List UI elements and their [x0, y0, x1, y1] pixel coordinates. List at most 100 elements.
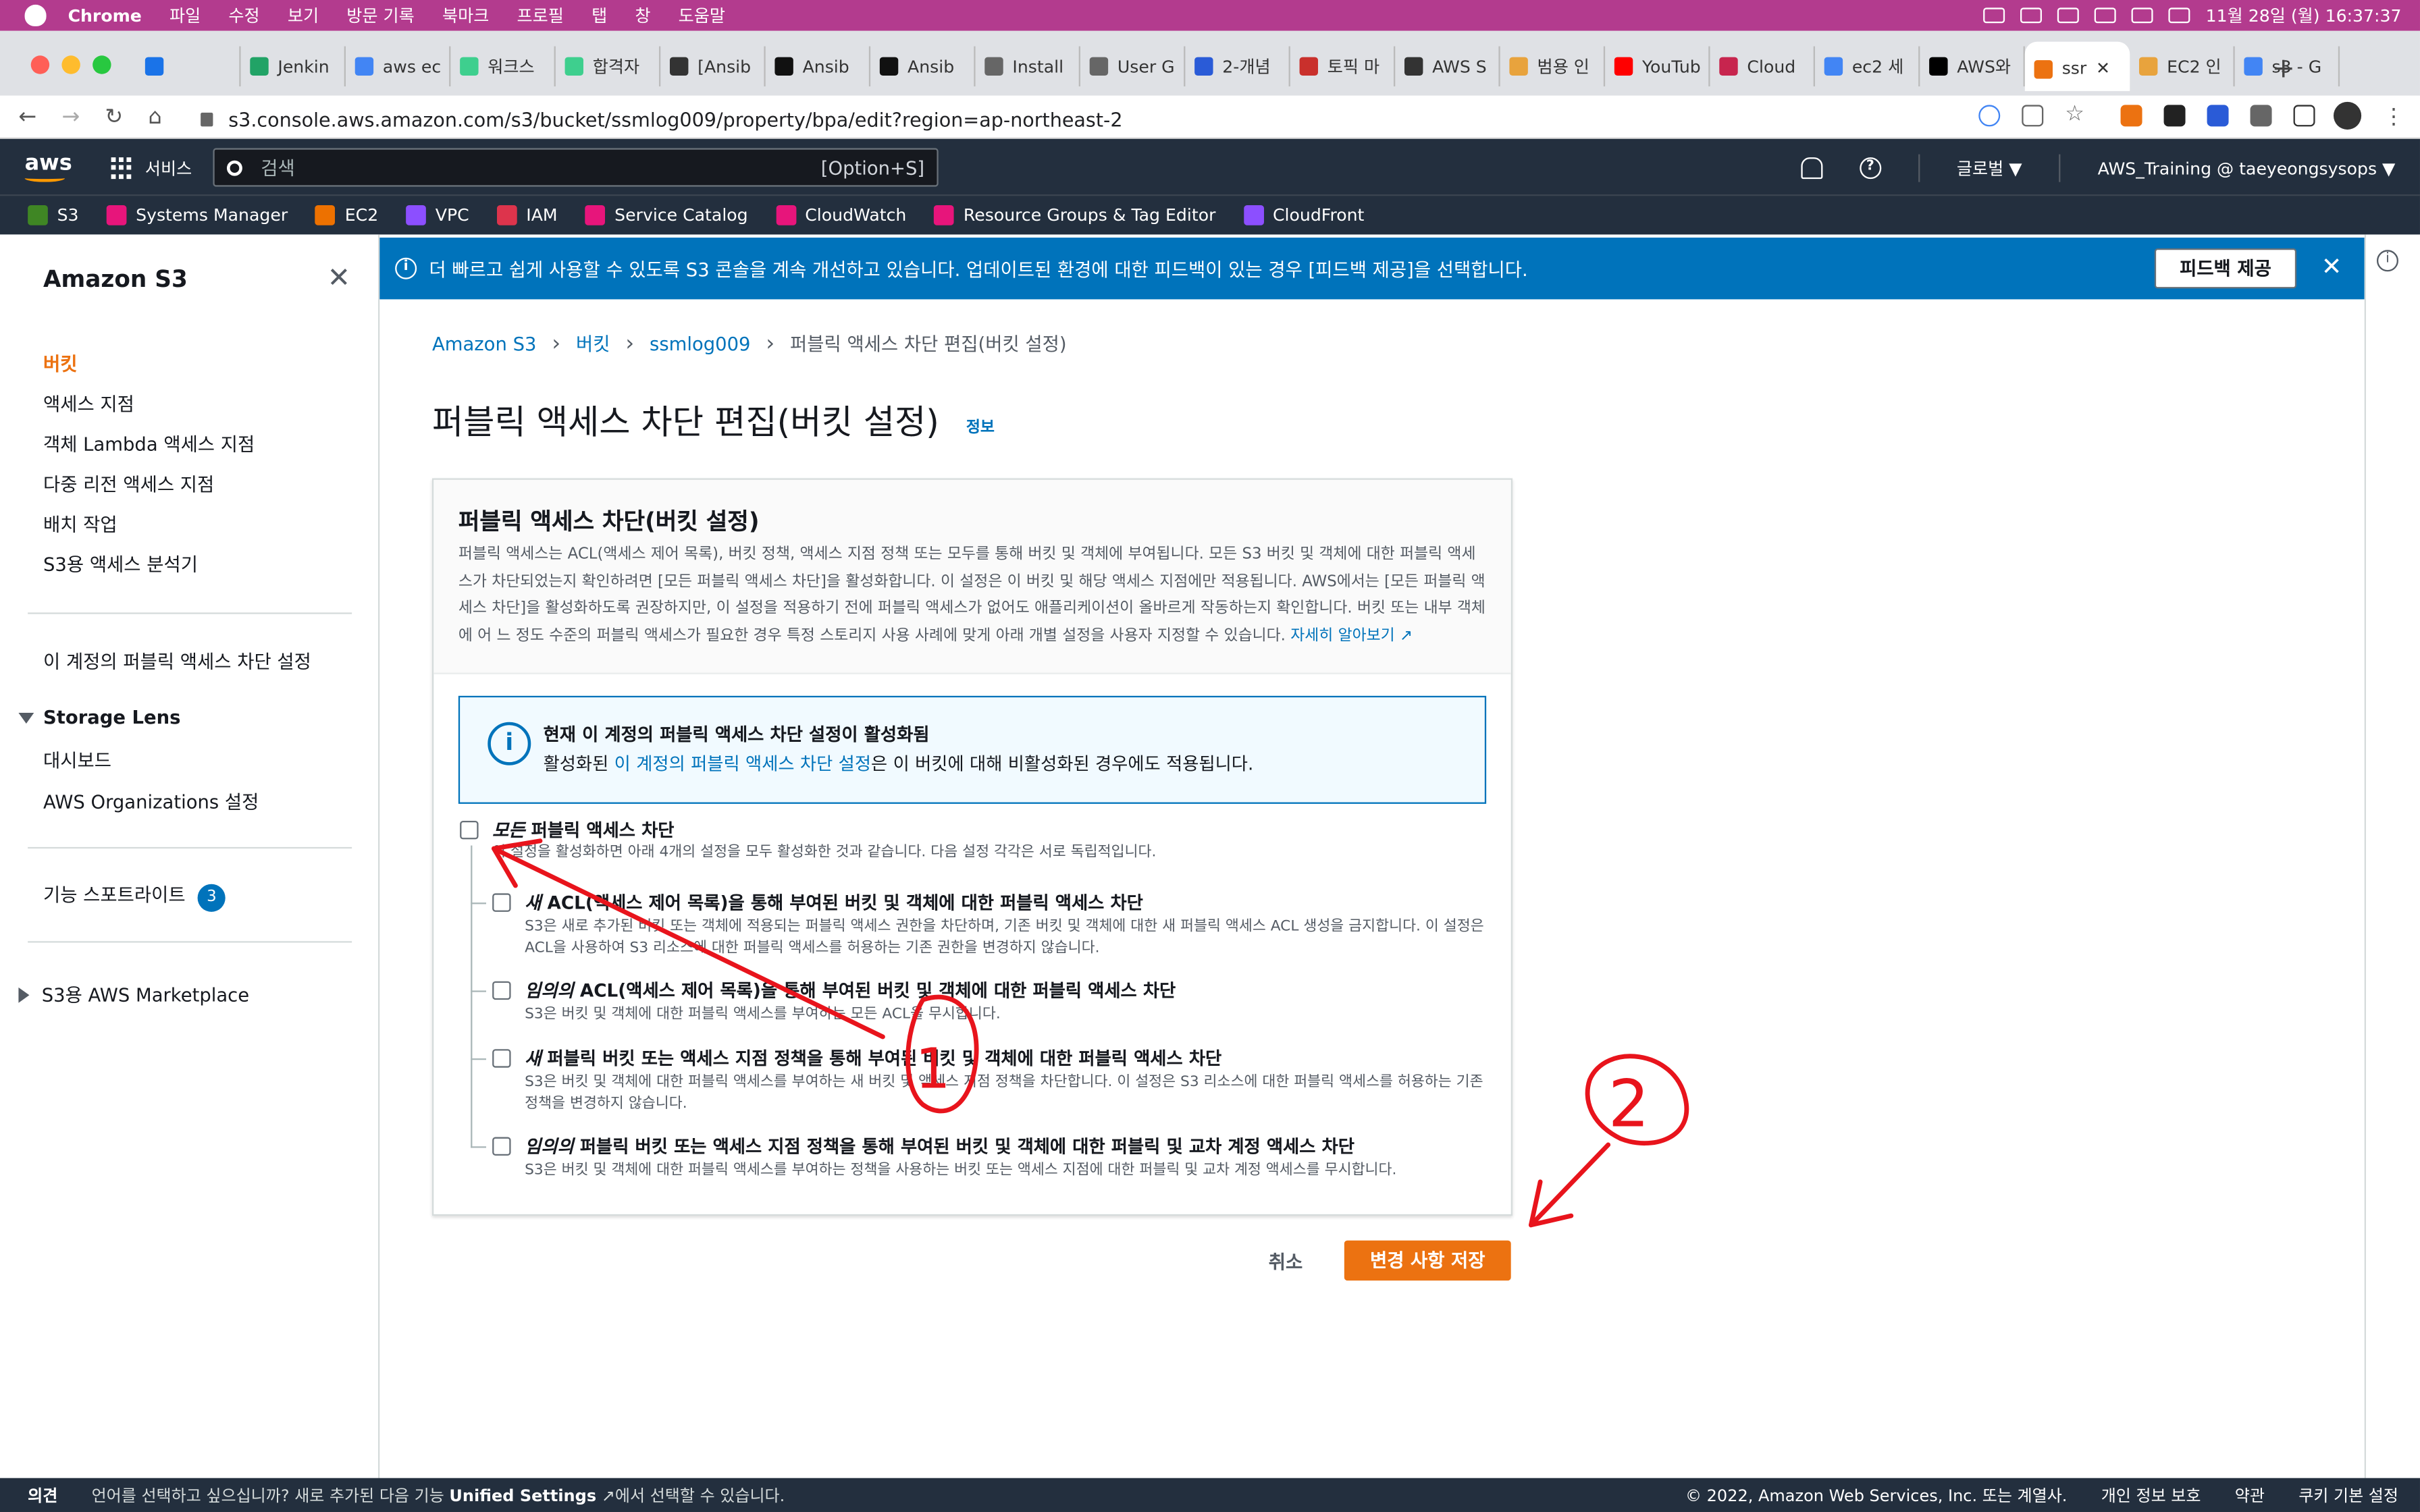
menu-item-file[interactable]: 파일 [169, 3, 201, 28]
info-icon[interactable]: i [2376, 250, 2398, 272]
favorite-cloudfront[interactable]: CloudFront [1243, 205, 1364, 225]
new-tab-button[interactable]: + [2272, 53, 2295, 85]
sidebar-item-batch-operations[interactable]: 배치 작업 [43, 511, 117, 537]
favorite-cloudwatch[interactable]: CloudWatch [775, 205, 906, 225]
cookie-preferences-link[interactable]: 쿠키 기본 설정 [2298, 1484, 2398, 1507]
home-icon[interactable]: ⌂ [148, 105, 161, 130]
google-icon[interactable] [1978, 105, 2001, 127]
browser-tab[interactable]: 워크스 [450, 46, 556, 86]
sidebar-item-account-bpa[interactable]: 이 계정의 퍼블릭 액세스 차단 설정 [43, 648, 311, 674]
zoom-window-button[interactable] [93, 55, 111, 74]
feedback-link[interactable]: 의견 [28, 1484, 57, 1507]
battery-icon[interactable] [2095, 7, 2117, 24]
extension-icon[interactable] [2163, 105, 2186, 127]
block-any-policies-checkbox[interactable] [492, 1137, 511, 1156]
browser-tab[interactable] [136, 46, 241, 86]
browser-tab[interactable]: 토픽 마 [1290, 46, 1396, 86]
sidebar-item-access-points[interactable]: 액세스 지점 [43, 390, 134, 416]
browser-tab[interactable]: Cloud [1710, 46, 1815, 86]
sidebar-item-buckets[interactable]: 버킷 [43, 350, 77, 377]
browser-tab[interactable]: YouTub [1605, 46, 1710, 86]
puzzle-icon[interactable] [2250, 105, 2272, 127]
terms-link[interactable]: 약관 [2235, 1484, 2265, 1507]
avatar[interactable] [2333, 101, 2362, 130]
learn-more-link[interactable]: 자세히 알아보기 ↗ [1290, 627, 1413, 644]
block-any-acls-checkbox[interactable] [492, 981, 511, 1000]
sidepanel-icon[interactable] [2293, 105, 2315, 127]
browser-tab[interactable]: Ansib [766, 46, 871, 86]
unified-settings-link[interactable]: Unified Settings [449, 1486, 596, 1505]
browser-tab[interactable]: [Ansib [660, 46, 766, 86]
extension-icon[interactable] [2207, 105, 2229, 127]
favorite-s3[interactable]: S3 [28, 205, 79, 225]
browser-tab[interactable]: aws ec [346, 46, 451, 86]
info-link[interactable]: 정보 [966, 414, 995, 437]
favorite-vpc[interactable]: VPC [406, 205, 469, 225]
status-icon[interactable] [1983, 7, 2005, 24]
favorite-service-catalog[interactable]: Service Catalog [585, 205, 748, 225]
breadcrumb-bucket-name[interactable]: ssmlog009 [650, 333, 750, 354]
menu-item-history[interactable]: 방문 기록 [346, 3, 415, 28]
forward-icon[interactable]: → [61, 105, 80, 130]
help-icon[interactable]: ? [1859, 157, 1881, 180]
wifi-icon[interactable] [2131, 7, 2153, 24]
browser-tab[interactable]: User G [1080, 46, 1186, 86]
breadcrumb-amazon-s3[interactable]: Amazon S3 [432, 333, 536, 354]
extension-icon[interactable] [2120, 105, 2142, 127]
sidebar-item-access-analyzer[interactable]: S3용 액세스 분석기 [43, 551, 198, 577]
minimize-window-button[interactable] [61, 55, 80, 74]
clock[interactable]: 11월 28일 (월) 16:37:37 [2206, 3, 2402, 28]
browser-tab[interactable]: AWS와 [1920, 46, 2025, 86]
block-new-acls-checkbox[interactable] [492, 893, 511, 912]
favorite-systems-manager[interactable]: Systems Manager [106, 205, 288, 225]
url-field[interactable]: s3.console.aws.amazon.com/s3/bucket/ssml… [201, 103, 2099, 134]
browser-tab[interactable]: Install [976, 46, 1080, 86]
sidebar-section-storage-lens[interactable]: Storage Lens [18, 707, 180, 728]
close-icon[interactable]: ✕ [2321, 252, 2342, 281]
menu-app-chrome[interactable]: Chrome [68, 5, 142, 26]
sidebar-item-multi-region-access-points[interactable]: 다중 리전 액세스 지점 [43, 470, 214, 497]
account-menu[interactable]: AWS_Training @ taeyeongsysops ▼ [2098, 158, 2396, 178]
browser-tab[interactable]: 합격자 [556, 46, 661, 86]
apple-icon[interactable] [24, 4, 47, 26]
services-menu-button[interactable]: 서비스 [111, 156, 192, 181]
feedback-button[interactable]: 피드백 제공 [2154, 248, 2297, 289]
close-icon[interactable]: ✕ [327, 263, 350, 295]
browser-tab[interactable]: EC2 인 [2130, 46, 2235, 86]
bookmark-star-icon[interactable]: ☆ [2065, 103, 2086, 126]
browser-tab[interactable]: 2-개념 [1185, 46, 1290, 86]
back-icon[interactable]: ← [18, 105, 36, 130]
menu-item-profiles[interactable]: 프로필 [517, 3, 564, 28]
sidebar-item-feature-spotlight[interactable]: 기능 스포트라이트 3 [43, 881, 226, 912]
browser-tab[interactable]: AWS S [1395, 46, 1500, 86]
menu-item-help[interactable]: 도움말 [679, 3, 725, 28]
block-all-checkbox[interactable] [460, 820, 479, 840]
spotlight-icon[interactable] [2168, 7, 2190, 24]
block-new-policies-checkbox[interactable] [492, 1049, 511, 1068]
kebab-menu-icon[interactable]: ⋮ [2383, 105, 2404, 130]
sidebar-item-object-lambda-access-points[interactable]: 객체 Lambda 액세스 지점 [43, 431, 255, 457]
menu-item-tab[interactable]: 탭 [591, 3, 607, 28]
share-icon[interactable] [2022, 105, 2044, 127]
region-selector[interactable]: 글로벌 ▼ [1957, 156, 2022, 181]
breadcrumb-buckets[interactable]: 버킷 [576, 330, 610, 356]
favorite-iam[interactable]: IAM [496, 205, 558, 225]
sidebar-item-organizations-settings[interactable]: AWS Organizations 설정 [43, 788, 259, 815]
account-bpa-link[interactable]: 이 계정의 퍼블릭 액세스 차단 설정 [614, 753, 871, 774]
tab-active[interactable]: ssr ✕ [2024, 41, 2130, 91]
menu-item-bookmarks[interactable]: 북마크 [442, 3, 489, 28]
browser-tab[interactable]: Jenkin [241, 46, 346, 86]
status-icon[interactable] [2057, 7, 2080, 24]
reload-icon[interactable]: ↻ [105, 105, 123, 130]
aws-logo[interactable]: aws [24, 151, 72, 182]
close-window-button[interactable] [30, 55, 50, 74]
browser-tab[interactable]: Ansib [870, 46, 976, 86]
status-icon[interactable] [2020, 7, 2043, 24]
cancel-button[interactable]: 취소 [1253, 1243, 1318, 1280]
menu-item-view[interactable]: 보기 [288, 3, 319, 28]
close-tab-icon[interactable]: ✕ [2096, 59, 2110, 79]
notifications-bell-icon[interactable] [1801, 157, 1823, 180]
sidebar-item-marketplace[interactable]: S3용 AWS Marketplace [18, 981, 249, 1008]
sidebar-item-dashboards[interactable]: 대시보드 [43, 747, 111, 773]
browser-tab[interactable]: ec2 세 [1815, 46, 1920, 86]
